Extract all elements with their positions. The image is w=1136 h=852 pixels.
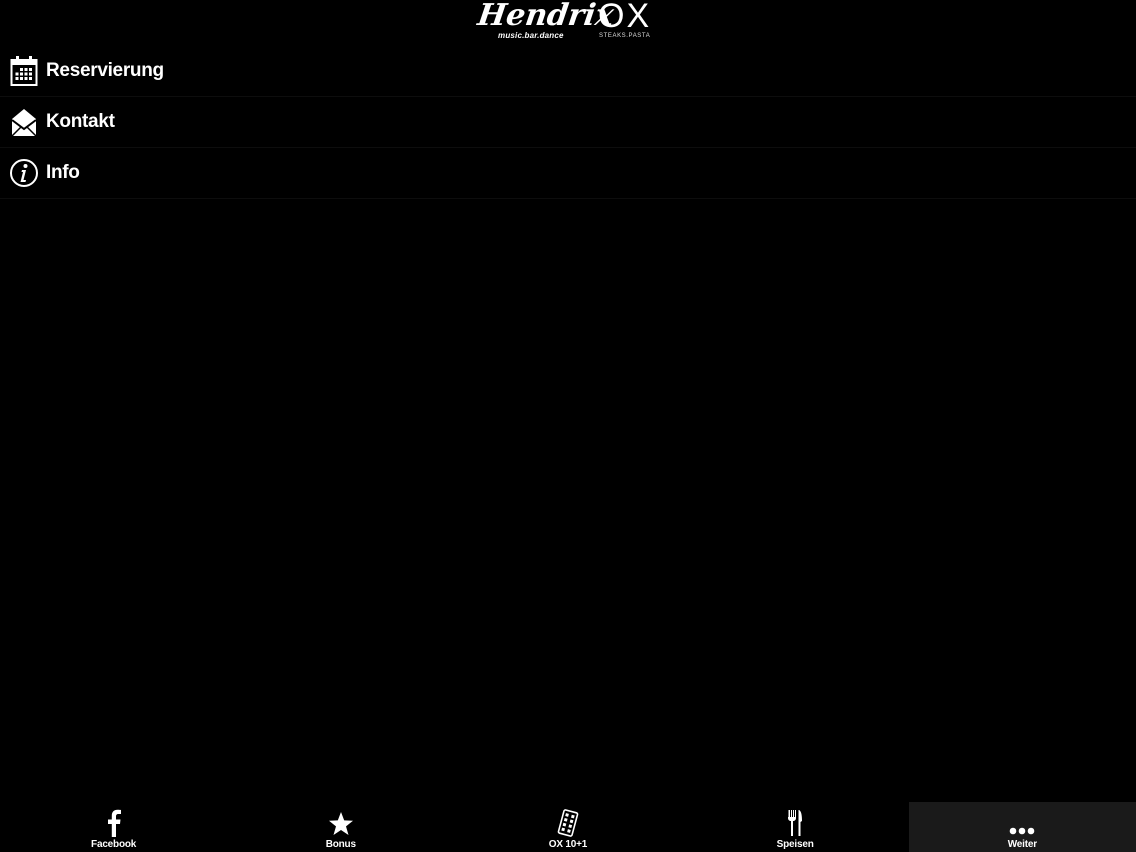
menu-item-label: Info (46, 162, 80, 183)
hendrix-logo-text: Hendrix (475, 0, 616, 33)
menu-item-info[interactable]: Info (0, 148, 1136, 199)
ox-logo[interactable]: OX STEAKS.PASTA (598, 0, 660, 44)
bottom-tab-bar: Facebook Bonus OX 10+1 Speisen Weiter (0, 802, 1136, 852)
tab-label: OX 10+1 (548, 839, 588, 850)
stamp-card-icon (556, 807, 580, 837)
tab-speisen[interactable]: Speisen (682, 802, 909, 852)
tab-facebook[interactable]: Facebook (0, 802, 227, 852)
ox-logo-tagline: STEAKS.PASTA (599, 33, 651, 39)
menu-item-label: Kontakt (46, 111, 115, 132)
tab-label: Facebook (91, 839, 137, 850)
hendrix-logo[interactable]: Hendrix music.bar.dance (476, 0, 616, 44)
envelope-icon (9, 105, 39, 139)
ox-logo-text: OX (598, 0, 652, 35)
star-icon (328, 807, 354, 837)
calendar-icon (9, 54, 39, 88)
menu-item-label: Reservierung (46, 60, 164, 81)
hendrix-logo-tagline: music.bar.dance (498, 31, 564, 40)
more-icon (1009, 807, 1035, 837)
info-icon (9, 156, 39, 190)
tab-weiter[interactable]: Weiter (908, 802, 1136, 852)
tab-label: Speisen (776, 839, 814, 850)
facebook-icon (107, 807, 121, 837)
fork-knife-icon (786, 807, 804, 837)
header: Hendrix music.bar.dance OX STEAKS.PASTA (0, 0, 1136, 46)
tab-label: Weiter (1007, 839, 1037, 850)
menu-item-kontakt[interactable]: Kontakt (0, 97, 1136, 148)
tab-label: Bonus (325, 839, 356, 850)
tab-ox-10-1[interactable]: OX 10+1 (454, 802, 681, 852)
tab-bonus[interactable]: Bonus (227, 802, 454, 852)
menu-list: Reservierung Kontakt Info (0, 46, 1136, 199)
menu-item-reservierung[interactable]: Reservierung (0, 46, 1136, 97)
app-root: Hendrix music.bar.dance OX STEAKS.PASTA (0, 0, 1136, 852)
